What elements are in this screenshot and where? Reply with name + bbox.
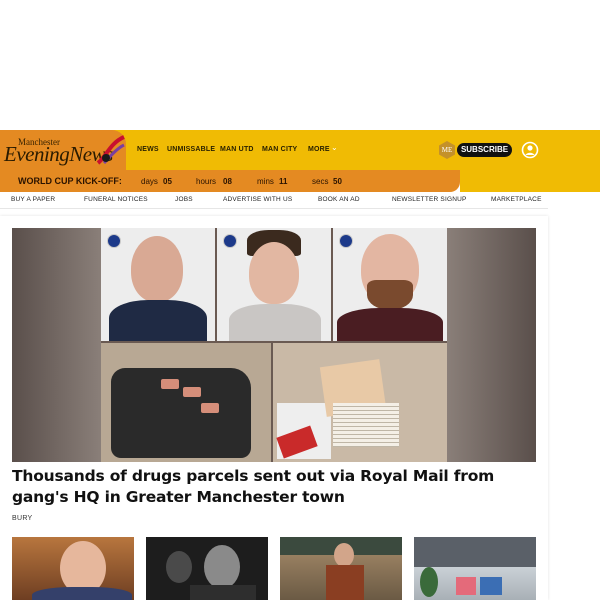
nav-unmissable[interactable]: UNMISSABLE (167, 146, 215, 153)
nav-news[interactable]: NEWS (137, 146, 159, 153)
mugshot-1 (101, 228, 215, 341)
mugshot-2-torso (229, 304, 321, 341)
police-badge-icon (339, 234, 353, 248)
mugshot-2 (217, 228, 331, 341)
me-logo-icon[interactable]: ME (437, 140, 457, 160)
thumb-4-building (414, 537, 536, 567)
countdown-secs-value: 50 (333, 177, 342, 186)
countdown-bar-fill (460, 170, 600, 192)
countdown-days-label: days (141, 177, 158, 186)
subnav-funeral-notices[interactable]: FUNERAL NOTICES (84, 196, 148, 203)
mugshot-2-head (249, 242, 299, 304)
mugshot-1-torso (109, 300, 207, 341)
thumb-2-figure-left (166, 551, 192, 583)
subnav-jobs[interactable]: JOBS (175, 196, 193, 203)
thumb-3-coat (326, 565, 364, 600)
mugshot-3-torso (337, 308, 443, 341)
banknote-stack (333, 403, 399, 447)
evidence-bag-photo (101, 343, 271, 462)
subscribe-button[interactable]: SUBSCRIBE (457, 143, 512, 157)
article-hero-image[interactable] (12, 228, 536, 462)
drug-pack (201, 403, 219, 413)
subnav-marketplace[interactable]: MARKETPLACE (491, 196, 542, 203)
related-thumbnail-3[interactable] (280, 537, 402, 600)
hero-blur-right (447, 228, 536, 462)
police-badge-icon (223, 234, 237, 248)
subnav-advertise[interactable]: ADVERTISE WITH US (223, 196, 292, 203)
countdown-title[interactable]: WORLD CUP KICK-OFF: (18, 176, 122, 186)
nav-more[interactable]: MORE (308, 146, 330, 153)
chevron-down-icon[interactable]: ⌄ (331, 143, 338, 152)
mugshot-3-beard (367, 280, 413, 310)
subnav-book-an-ad[interactable]: BOOK AN AD (318, 196, 360, 203)
thumb-4-hoarding-blue (480, 577, 502, 595)
countdown-hours-value: 08 (223, 177, 232, 186)
logo-swoosh-icon (96, 135, 125, 165)
black-bag (111, 368, 251, 458)
thumb-3-face (334, 543, 354, 567)
mugshot-3 (333, 228, 447, 341)
related-thumbnail-1[interactable] (12, 537, 134, 600)
drug-pack (161, 379, 179, 389)
thumb-2-face (204, 545, 240, 589)
evidence-cash-photo (273, 343, 447, 462)
related-thumbnail-2[interactable] (146, 537, 268, 600)
user-circle-icon[interactable] (521, 141, 539, 159)
svg-text:ME: ME (442, 146, 453, 154)
subnav-newsletter-signup[interactable]: NEWSLETTER SIGNUP (392, 196, 467, 203)
thumb-1-torso (32, 587, 132, 600)
drug-pack (183, 387, 201, 397)
police-badge-icon (107, 234, 121, 248)
nav-man-utd[interactable]: MAN UTD (220, 146, 254, 153)
article-tag[interactable]: BURY (12, 515, 33, 522)
mugshot-1-head (131, 236, 183, 302)
countdown-mins-value: 11 (279, 177, 288, 186)
subnav-buy-a-paper[interactable]: BUY A PAPER (11, 196, 55, 203)
countdown-days-value: 05 (163, 177, 172, 186)
article-headline[interactable]: Thousands of drugs parcels sent out via … (12, 466, 538, 508)
blank-top-area (0, 0, 600, 130)
nav-man-city[interactable]: MAN CITY (262, 146, 297, 153)
countdown-hours-label: hours (196, 177, 217, 186)
thumb-2-torso (190, 585, 256, 600)
countdown-mins-label: mins (257, 177, 274, 186)
thumb-4-tree (420, 567, 438, 597)
related-thumbnail-4[interactable] (414, 537, 536, 600)
thumb-4-hoarding-red (456, 577, 476, 595)
hero-blur-left (12, 228, 101, 462)
countdown-secs-label: secs (312, 177, 329, 186)
